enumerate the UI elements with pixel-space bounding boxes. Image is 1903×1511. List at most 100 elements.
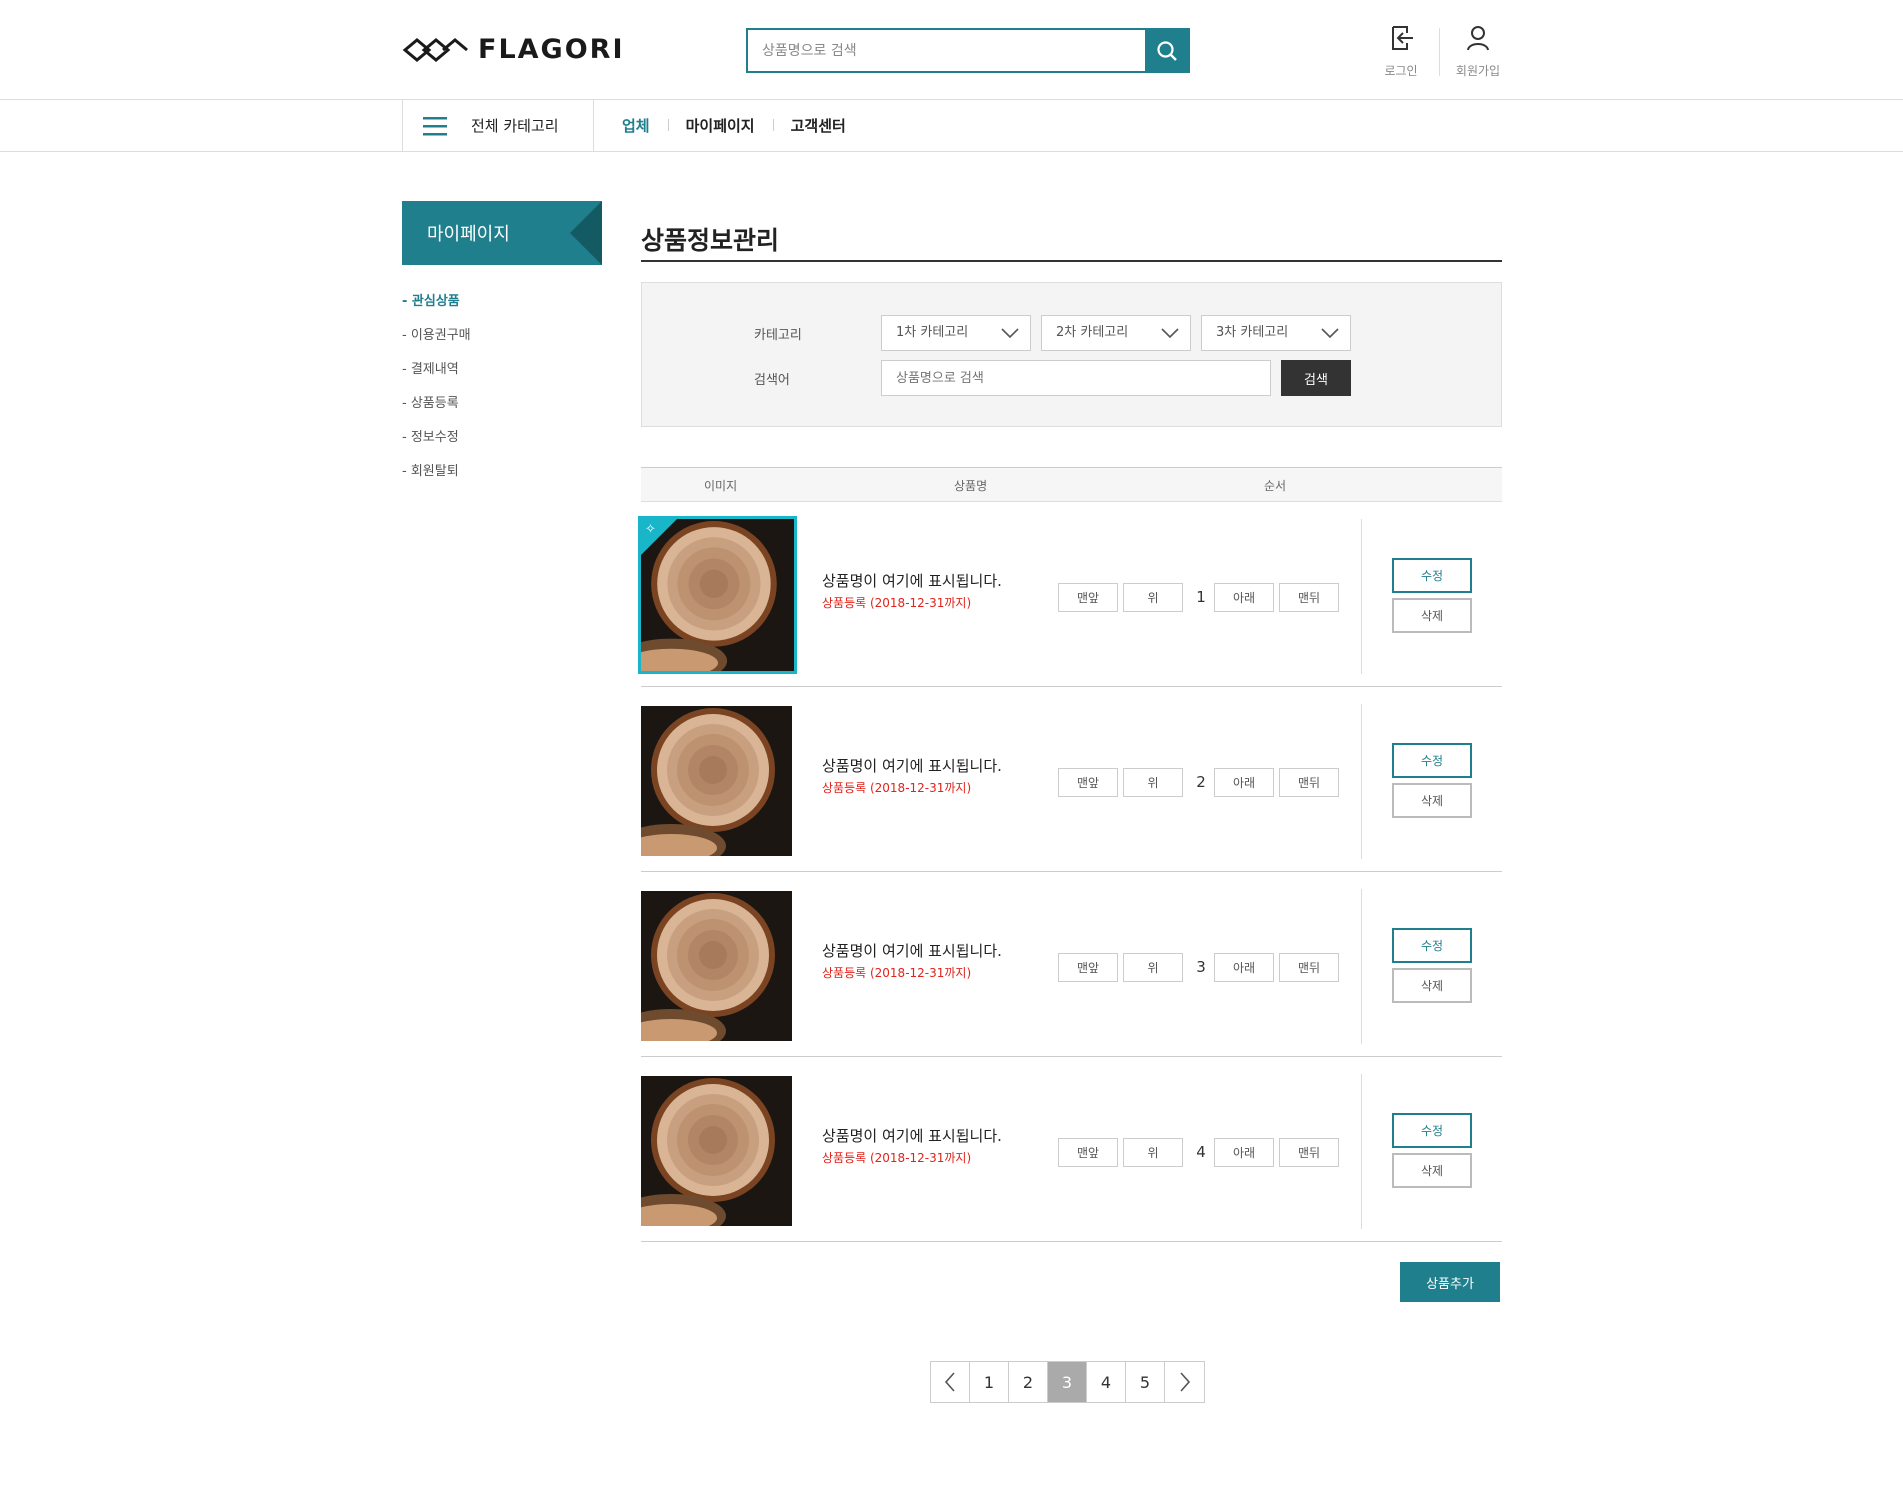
all-category-button[interactable]: 전체 카테고리 bbox=[402, 100, 594, 151]
col-image: 이미지 bbox=[704, 479, 738, 493]
prev-page-button[interactable] bbox=[931, 1362, 970, 1402]
gnb-item-mypage[interactable]: 마이페이지 bbox=[667, 115, 773, 136]
chevron-down-icon bbox=[1161, 328, 1179, 339]
order-down-button[interactable]: 아래 bbox=[1214, 953, 1274, 982]
category2-select[interactable]: 2차 카테고리 bbox=[1041, 315, 1191, 351]
next-page-button[interactable] bbox=[1165, 1362, 1204, 1402]
wood-log-image bbox=[641, 1076, 792, 1226]
sidebar-item-edit-info[interactable]: - 정보수정 bbox=[402, 428, 471, 462]
product-name: 상품명이 여기에 표시됩니다. bbox=[822, 757, 1002, 775]
order-first-button[interactable]: 맨앞 bbox=[1058, 953, 1118, 982]
gnb-item-company[interactable]: 업체 bbox=[622, 115, 668, 136]
page-button[interactable]: 5 bbox=[1126, 1362, 1165, 1402]
table-row: 상품명이 여기에 표시됩니다. 상품등록 (2018-12-31까지) 맨앞 위… bbox=[641, 872, 1502, 1057]
gnb-item-support[interactable]: 고객센터 bbox=[772, 115, 864, 136]
sidebar-item-payments[interactable]: - 결제내역 bbox=[402, 360, 471, 394]
order-last-button[interactable]: 맨뒤 bbox=[1279, 1138, 1339, 1167]
chevron-down-icon bbox=[1321, 328, 1339, 339]
product-thumbnail[interactable] bbox=[641, 706, 792, 856]
logo[interactable]: FLAGORI bbox=[402, 34, 625, 65]
sidebar-item-label: 상품등록 bbox=[410, 396, 459, 411]
filter-search-button[interactable]: 검색 bbox=[1281, 360, 1351, 396]
page-title: 상품정보관리 bbox=[641, 226, 780, 255]
header-search bbox=[746, 28, 1190, 73]
sidebar-title-notch bbox=[570, 201, 602, 265]
category2-value: 2차 카테고리 bbox=[1056, 325, 1129, 340]
keyword-input[interactable] bbox=[881, 360, 1271, 396]
delete-button[interactable]: 삭제 bbox=[1392, 783, 1472, 818]
col-product-name: 상품명 bbox=[954, 479, 988, 493]
delete-button[interactable]: 삭제 bbox=[1392, 598, 1472, 633]
order-last-button[interactable]: 맨뒤 bbox=[1279, 768, 1339, 797]
order-up-button[interactable]: 위 bbox=[1123, 1138, 1183, 1167]
main-navigation: 전체 카테고리 업체 마이페이지 고객센터 bbox=[0, 100, 1903, 152]
product-registration: 상품등록 (2018-12-31까지) bbox=[822, 966, 972, 980]
row-divider bbox=[1361, 704, 1362, 859]
sidebar-item-label: 이용권구매 bbox=[410, 328, 471, 343]
sidebar-item-wishlist[interactable]: - 관심상품 bbox=[402, 292, 471, 326]
page-button[interactable]: 1 bbox=[970, 1362, 1009, 1402]
product-registration: 상품등록 (2018-12-31까지) bbox=[822, 596, 972, 610]
add-product-button[interactable]: 상품추가 bbox=[1400, 1262, 1500, 1302]
signup-label: 회원가입 bbox=[1455, 64, 1501, 78]
edit-button[interactable]: 수정 bbox=[1392, 743, 1472, 778]
row-divider bbox=[1361, 889, 1362, 1044]
sidebar-item-withdraw[interactable]: - 회원탈퇴 bbox=[402, 462, 471, 496]
sidebar-item-label: 결제내역 bbox=[410, 362, 459, 377]
chevron-left-icon bbox=[944, 1372, 955, 1392]
product-registration: 상품등록 (2018-12-31까지) bbox=[822, 1151, 972, 1165]
order-up-button[interactable]: 위 bbox=[1123, 583, 1183, 612]
edit-button[interactable]: 수정 bbox=[1392, 928, 1472, 963]
product-thumbnail[interactable] bbox=[641, 1076, 792, 1226]
category1-select[interactable]: 1차 카테고리 bbox=[881, 315, 1031, 351]
order-up-button[interactable]: 위 bbox=[1123, 768, 1183, 797]
order-last-button[interactable]: 맨뒤 bbox=[1279, 953, 1339, 982]
edit-button[interactable]: 수정 bbox=[1392, 558, 1472, 593]
hamburger-icon bbox=[423, 116, 447, 135]
page-button-current[interactable]: 3 bbox=[1048, 1362, 1087, 1402]
category3-value: 3차 카테고리 bbox=[1216, 325, 1289, 340]
order-last-button[interactable]: 맨뒤 bbox=[1279, 583, 1339, 612]
header-search-input[interactable] bbox=[748, 30, 1146, 71]
login-label: 로그인 bbox=[1384, 64, 1418, 78]
logo-text: FLAGORI bbox=[478, 34, 625, 65]
edit-button[interactable]: 수정 bbox=[1392, 1113, 1472, 1148]
order-down-button[interactable]: 아래 bbox=[1214, 583, 1274, 612]
product-thumbnail[interactable]: ✧ bbox=[638, 516, 797, 674]
sidebar-title: 마이페이지 bbox=[402, 201, 602, 265]
order-first-button[interactable]: 맨앞 bbox=[1058, 583, 1118, 612]
header-search-button[interactable] bbox=[1145, 30, 1188, 71]
row-divider bbox=[1361, 1074, 1362, 1229]
login-icon bbox=[1392, 26, 1413, 50]
category1-value: 1차 카테고리 bbox=[896, 325, 969, 340]
search-icon bbox=[1156, 40, 1177, 61]
sidebar-item-label: 정보수정 bbox=[410, 430, 459, 445]
sidebar-item-pass-purchase[interactable]: - 이용권구매 bbox=[402, 326, 471, 360]
col-order: 순서 bbox=[1264, 479, 1287, 493]
order-up-button[interactable]: 위 bbox=[1123, 953, 1183, 982]
page-button[interactable]: 4 bbox=[1087, 1362, 1126, 1402]
title-divider bbox=[641, 260, 1502, 262]
product-name: 상품명이 여기에 표시됩니다. bbox=[822, 942, 1002, 960]
product-name: 상품명이 여기에 표시됩니다. bbox=[822, 1127, 1002, 1145]
order-first-button[interactable]: 맨앞 bbox=[1058, 768, 1118, 797]
login-link[interactable]: 로그인 bbox=[1371, 24, 1431, 79]
order-down-button[interactable]: 아래 bbox=[1214, 768, 1274, 797]
all-category-label: 전체 카테고리 bbox=[471, 117, 559, 135]
wood-log-image bbox=[641, 891, 792, 1041]
order-down-button[interactable]: 아래 bbox=[1214, 1138, 1274, 1167]
signup-link[interactable]: 회원가입 bbox=[1448, 24, 1508, 79]
page-button[interactable]: 2 bbox=[1009, 1362, 1048, 1402]
delete-button[interactable]: 삭제 bbox=[1392, 1153, 1472, 1188]
user-icon bbox=[1467, 26, 1489, 51]
order-first-button[interactable]: 맨앞 bbox=[1058, 1138, 1118, 1167]
category-label: 카테고리 bbox=[754, 328, 802, 343]
order-number: 4 bbox=[1196, 1143, 1206, 1161]
sidebar-item-product-register[interactable]: - 상품등록 bbox=[402, 394, 471, 428]
category3-select[interactable]: 3차 카테고리 bbox=[1201, 315, 1351, 351]
table-row: 상품명이 여기에 표시됩니다. 상품등록 (2018-12-31까지) 맨앞 위… bbox=[641, 687, 1502, 872]
product-thumbnail[interactable] bbox=[641, 891, 792, 1041]
sidebar-title-text: 마이페이지 bbox=[427, 224, 510, 245]
wood-log-image bbox=[641, 706, 792, 856]
delete-button[interactable]: 삭제 bbox=[1392, 968, 1472, 1003]
